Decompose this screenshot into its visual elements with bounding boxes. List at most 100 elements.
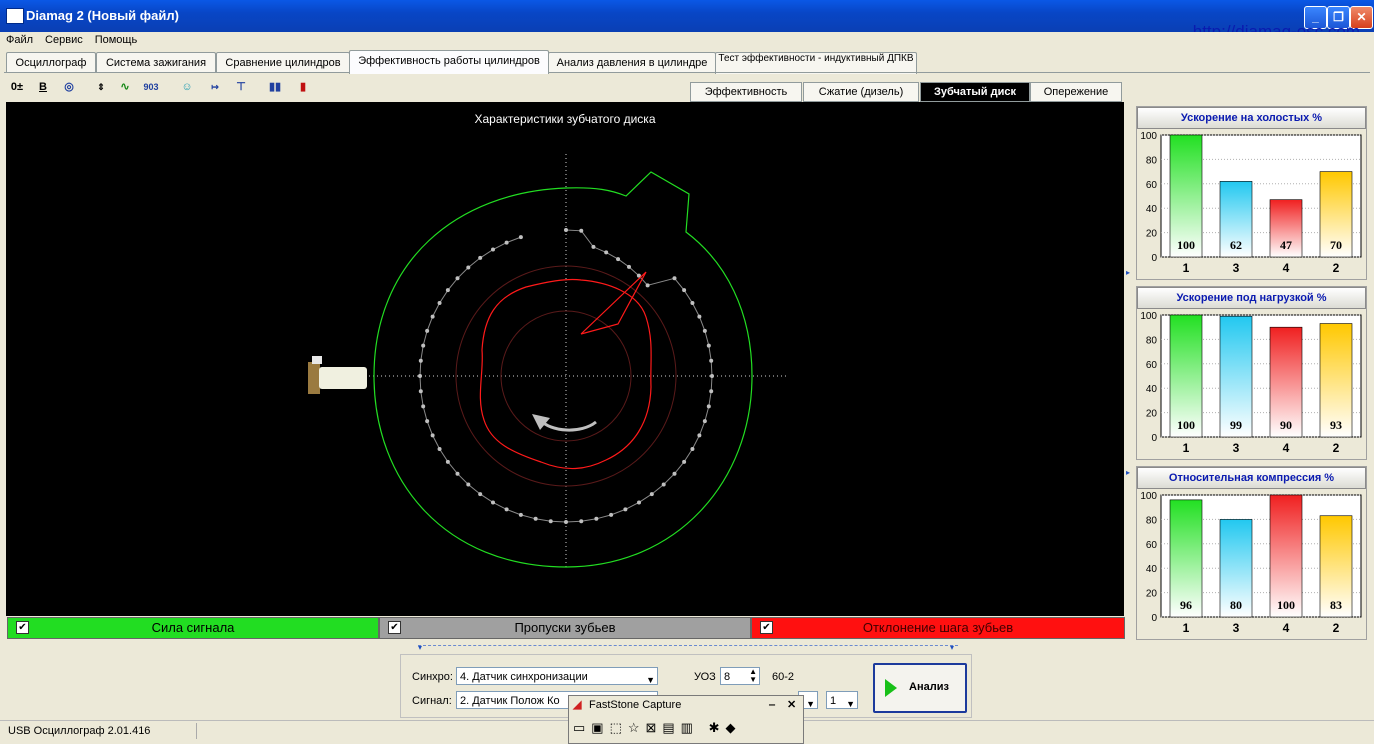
legend-tooth-deviation-label: Отклонение шага зубьев [862,620,1014,635]
uoz-label: УОЗ [694,671,716,683]
sync-select-value: 4. Датчик синхронизации [460,671,588,683]
chart-relative-compression-title[interactable]: Относительная компрессия % [1137,467,1366,489]
tooth-dot [445,288,450,293]
uoz-value: 8 [724,671,731,683]
subtab-advance[interactable]: Опережение [1030,82,1122,102]
chart-load-acceleration-title[interactable]: Ускорение под нагрузкой % [1137,287,1366,309]
menu-service[interactable]: Сервис [39,32,89,46]
faststone-title: FastStone Capture [589,699,682,711]
rpm-icon[interactable]: ◎ [60,78,78,96]
faststone-capture-toolbar[interactable]: ◢ FastStone Capture ‒ ✕ ▭▣⬚☆⊠▤▥ ✱◆ [568,695,804,744]
tooth-dot [533,516,538,521]
panel-collapse-icon[interactable]: ▸ [1126,268,1130,277]
tab-oscilloscope[interactable]: Осциллограф [6,52,96,73]
x-category-label: 1 [1183,261,1190,275]
checkbox-tooth-deviation[interactable]: ✔ [760,621,773,634]
signal-strength-line [373,171,753,568]
subtab-compression[interactable]: Сжатие (дизель) [803,82,919,102]
tooth-dot [437,447,442,451]
tab-pressure-analysis[interactable]: Анализ давления в цилиндре [548,52,716,73]
chevron-down-icon-2: ▼ [806,699,815,709]
tab-divider [4,72,1370,73]
tooth-dot [418,358,423,363]
faststone-logo-icon: ◢ [573,699,582,711]
person-icon[interactable]: ☺ [178,78,196,96]
y-tick-label: 60 [1146,540,1158,551]
rotation-arrow-icon [538,418,597,432]
y-tick-label: 20 [1146,589,1158,600]
tab-ignition[interactable]: Система зажигания [96,52,216,73]
tooth-dot [430,433,435,438]
extra-select[interactable]: 1 ▼ [826,691,858,709]
legend-tooth-gaps-label: Пропуски зубьев [514,620,616,635]
tooth-dot [706,404,711,409]
analyze-button[interactable]: Анализ [873,663,967,713]
trend-icon[interactable]: ∿ [116,78,134,96]
bar-value-label: 62 [1230,238,1242,252]
status-text: USB Осциллограф 2.01.416 [8,725,151,737]
signal-label: Сигнал: [412,695,452,707]
x-category-label: 2 [1333,441,1340,455]
bar-value-label: 70 [1330,238,1342,252]
sync-select[interactable]: 4. Датчик синхронизации ▼ [456,667,658,685]
spin-icon[interactable]: ▲ ▼ [749,668,757,684]
bar-value-label: 96 [1180,598,1192,612]
sensor-body [319,367,367,389]
checkbox-tooth-gaps[interactable]: ✔ [388,621,401,634]
tooth-dot [491,247,495,252]
splitter-right-icon[interactable]: ▾ [950,643,954,652]
checkbox-signal-strength[interactable]: ✔ [16,621,29,634]
legend-tooth-deviation[interactable]: ✔ Отклонение шага зубьев [751,617,1125,639]
bar-value-label: 100 [1277,598,1295,612]
y-tick-label: 100 [1140,131,1157,142]
903-icon[interactable]: 903 [142,78,160,96]
tab-cylinder-compare[interactable]: Сравнение цилиндров [216,52,350,73]
menu-file[interactable]: Файл [0,32,39,46]
bar-value-label: 93 [1330,418,1342,432]
x-category-label: 1 [1183,441,1190,455]
tooth-dot [455,471,460,476]
splitter-left-icon[interactable]: ▾ [418,643,422,652]
y-tick-label: 20 [1146,229,1158,240]
tab-efficiency-test[interactable]: Тест эффективности - индуктивный ДПКВ [715,52,917,74]
close-icon[interactable]: ✕ [787,696,796,714]
cylinders-chart-icon[interactable]: ▮▮ [266,78,284,96]
tooth-dot [425,419,430,424]
subtab-efficiency[interactable]: Эффективность [690,82,802,102]
level-icon[interactable]: ▮ [294,78,312,96]
bar-value-label: 100 [1177,238,1195,252]
rotation-arrowhead [532,414,550,430]
tooth-dot [445,459,450,464]
tooth-dot [504,240,509,245]
window-title: Diamag 2 (Новый файл) [26,8,179,23]
tooth-dot [672,471,677,476]
tooth-dot [418,374,422,378]
splitter[interactable] [418,645,958,650]
sensor-base [308,362,320,394]
count-icon[interactable]: ↦ [206,78,224,96]
bold-icon[interactable]: B [34,78,52,96]
subtab-tooth-disk[interactable]: Зубчатый диск [920,82,1030,102]
legend-signal-strength[interactable]: ✔ Сила сигнала [7,617,379,639]
panel-collapse-icon-2[interactable]: ▸ [1126,468,1130,477]
y-tick-label: 0 [1151,613,1157,624]
faststone-header[interactable]: ◢ FastStone Capture ‒ ✕ [569,696,803,714]
chevron-down-icon-3: ▼ [846,699,855,709]
tooth-dot [649,492,654,497]
tooth-dot [425,328,430,333]
menu-help[interactable]: Помощь [89,32,144,46]
uoz-stepper[interactable]: 8 ▲ ▼ [720,667,760,685]
capture-tools-icons[interactable]: ▭▣⬚☆⊠▤▥ ✱◆ [573,720,741,736]
scale-icon[interactable]: ⇕ [92,78,110,96]
tooth-dot [697,433,702,438]
zoom-icon[interactable]: 0± [8,78,26,96]
filter-icon[interactable]: ⊤ [232,78,250,96]
x-category-label: 2 [1333,261,1340,275]
tab-cylinder-efficiency[interactable]: Эффективность работы цилиндров [349,50,549,74]
chart-idle-acceleration-plot: 100 80 60 40 20 0 100 1 62 3 47 4 70 2 [1140,131,1362,275]
legend-tooth-gaps[interactable]: ✔ Пропуски зубьев [379,617,751,639]
minimize-icon[interactable]: ‒ [769,696,775,714]
tooth-dot [504,507,509,512]
tooth-dot [518,235,523,240]
chart-idle-acceleration-title[interactable]: Ускорение на холостых % [1137,107,1366,129]
